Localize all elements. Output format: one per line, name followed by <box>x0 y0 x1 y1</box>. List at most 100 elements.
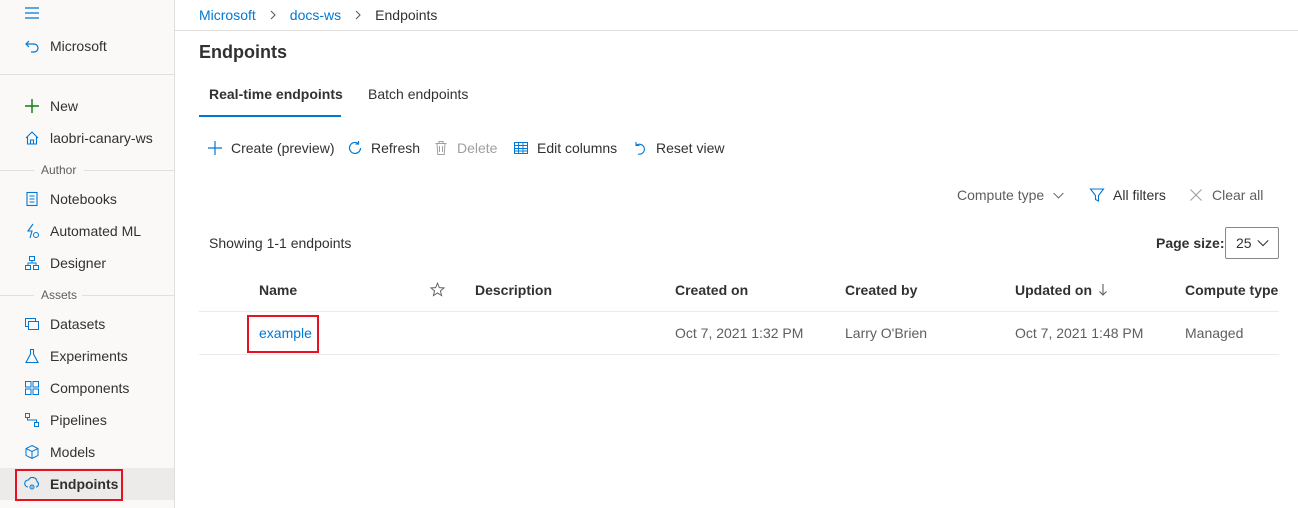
column-header-created-on[interactable]: Created on <box>675 282 748 298</box>
flask-icon <box>24 348 40 364</box>
sidebar-item-label: Datasets <box>50 316 106 332</box>
endpoint-name-link[interactable]: example <box>259 325 312 341</box>
designer-icon <box>24 255 40 271</box>
hamburger-button[interactable] <box>0 0 174 26</box>
pipelines-icon <box>24 412 40 428</box>
sidebar-item-label: Components <box>50 380 130 396</box>
chevron-right-icon <box>353 10 363 20</box>
breadcrumb-current: Endpoints <box>375 7 438 23</box>
clear-all-label: Clear all <box>1212 187 1264 203</box>
sidebar-item-label: Experiments <box>50 348 128 364</box>
plus-icon <box>208 141 222 155</box>
sidebar-item-label: laobri-canary-ws <box>50 130 153 146</box>
sidebar-item-endpoints[interactable]: Endpoints <box>0 468 174 500</box>
reset-view-button[interactable]: Reset view <box>632 138 724 158</box>
refresh-button[interactable]: Refresh <box>347 138 420 158</box>
back-to-microsoft[interactable]: Microsoft <box>0 30 174 62</box>
endpoint-created-by: Larry O'Brien <box>845 325 928 341</box>
sidebar-divider <box>0 74 174 75</box>
edit-columns-label: Edit columns <box>537 140 618 156</box>
column-header-compute-type[interactable]: Compute type <box>1185 282 1278 298</box>
tab-batch-endpoints[interactable]: Batch endpoints <box>368 86 468 118</box>
endpoints-icon <box>24 476 40 492</box>
sidebar-item-pipelines[interactable]: Pipelines <box>0 404 174 436</box>
header-divider <box>175 30 1298 31</box>
hamburger-icon <box>24 5 40 21</box>
sidebar-item-notebooks[interactable]: Notebooks <box>0 183 174 215</box>
sidebar-item-designer[interactable]: Designer <box>0 247 174 279</box>
column-header-updated-on-label: Updated on <box>1015 282 1092 298</box>
refresh-icon <box>348 141 362 154</box>
page-size-value: 25 <box>1236 235 1252 251</box>
sidebar-item-label: Designer <box>50 255 107 271</box>
sidebar-item-label: Pipelines <box>50 412 107 428</box>
all-filters-label: All filters <box>1113 187 1166 203</box>
endpoint-created-on: Oct 7, 2021 1:32 PM <box>675 325 804 341</box>
chevron-right-icon <box>268 10 278 20</box>
column-header-name[interactable]: Name <box>259 282 297 298</box>
sidebar-item-experiments[interactable]: Experiments <box>0 340 174 372</box>
sidebar-item-label: Endpoints <box>50 476 119 492</box>
table-header-divider <box>199 311 1279 312</box>
sidebar-item-label: New <box>50 98 79 114</box>
left-nav: Microsoft New laobri-canary-ws Author No… <box>0 0 175 508</box>
reset-view-label: Reset view <box>656 140 725 156</box>
section-author: Author <box>0 163 174 177</box>
table-columns-icon <box>514 142 528 154</box>
all-filters-button[interactable]: All filters <box>1089 185 1166 205</box>
automated-ml-icon <box>24 223 40 239</box>
create-label: Create (preview) <box>231 140 335 156</box>
active-tab-indicator <box>199 115 341 117</box>
breadcrumb-item-workspace[interactable]: docs-ws <box>290 7 341 23</box>
notebook-icon <box>24 191 40 207</box>
sidebar-item-label: Automated ML <box>50 223 142 239</box>
sidebar-item-label: Models <box>50 444 96 460</box>
endpoint-compute-type: Managed <box>1185 325 1244 341</box>
sidebar-item-automated-ml[interactable]: Automated ML <box>0 215 174 247</box>
delete-button[interactable]: Delete <box>433 138 497 158</box>
reset-icon <box>635 142 645 155</box>
tab-real-time-endpoints[interactable]: Real-time endpoints <box>209 86 343 118</box>
refresh-label: Refresh <box>371 140 421 156</box>
table-row-divider <box>199 354 1279 355</box>
results-count: Showing 1-1 endpoints <box>209 235 352 251</box>
close-icon <box>1190 189 1202 201</box>
trash-icon <box>435 141 447 155</box>
page-size-label: Page size: <box>1156 235 1225 251</box>
back-arrow-icon <box>24 38 40 54</box>
column-header-updated-on[interactable]: Updated on <box>1015 282 1109 298</box>
breadcrumb: Microsoft docs-ws Endpoints <box>199 5 437 25</box>
column-header-created-by[interactable]: Created by <box>845 282 917 298</box>
compute-type-filter[interactable]: Compute type <box>957 185 1065 205</box>
sidebar-item-new[interactable]: New <box>0 90 174 122</box>
sidebar-item-datasets[interactable]: Datasets <box>0 308 174 340</box>
clear-all-button[interactable]: Clear all <box>1188 185 1263 205</box>
star-icon <box>430 282 445 297</box>
filter-icon <box>1089 188 1105 202</box>
plus-icon <box>24 98 40 114</box>
delete-label: Delete <box>457 140 498 156</box>
endpoint-updated-on: Oct 7, 2021 1:48 PM <box>1015 325 1144 341</box>
edit-columns-button[interactable]: Edit columns <box>513 138 617 158</box>
sort-descending-icon <box>1099 284 1107 296</box>
components-icon <box>24 380 40 396</box>
chevron-down-icon <box>1053 192 1064 199</box>
back-label: Microsoft <box>50 38 107 54</box>
chevron-down-icon <box>1257 240 1269 247</box>
sidebar-item-workspace[interactable]: laobri-canary-ws <box>0 122 174 154</box>
home-icon <box>24 130 40 146</box>
breadcrumb-item-microsoft[interactable]: Microsoft <box>199 7 256 23</box>
column-header-description[interactable]: Description <box>475 282 552 298</box>
section-label: Assets <box>41 288 78 302</box>
create-button[interactable]: Create (preview) <box>207 138 334 158</box>
datasets-icon <box>24 316 40 332</box>
compute-type-filter-label: Compute type <box>957 187 1045 203</box>
favorite-column-header[interactable] <box>430 282 445 297</box>
section-label: Author <box>41 163 77 177</box>
page-title: Endpoints <box>199 42 287 62</box>
sidebar-item-components[interactable]: Components <box>0 372 174 404</box>
sidebar-item-models[interactable]: Models <box>0 436 174 468</box>
page-size-dropdown[interactable]: 25 <box>1225 227 1279 259</box>
section-assets: Assets <box>0 288 174 302</box>
cube-icon <box>24 444 40 460</box>
